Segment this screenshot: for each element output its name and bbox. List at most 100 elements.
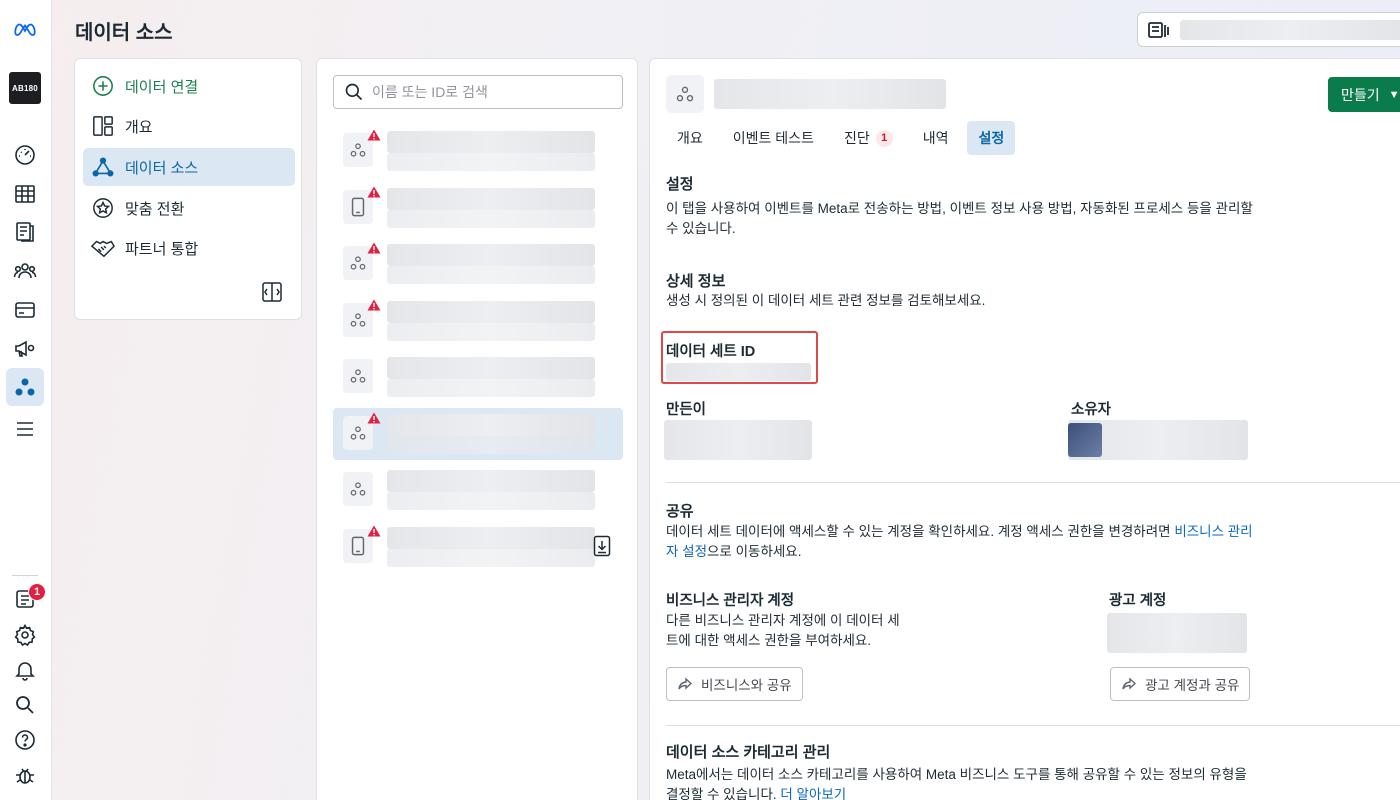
billing-card-icon[interactable] [6, 291, 44, 329]
bell-icon[interactable] [6, 651, 44, 689]
settings-gear-icon[interactable] [6, 616, 44, 654]
share-arrow-icon [1122, 677, 1137, 690]
sharing-text: 데이터 세트 데이터에 액세스할 수 있는 계정을 확인하세요. 계정 액세스 … [666, 524, 1175, 539]
item-id-redacted [387, 379, 595, 397]
share-with-ad-account-button[interactable]: 광고 계정과 공유 [1110, 667, 1251, 701]
owner-avatar [1068, 423, 1102, 457]
business-portfolio-icon [1148, 21, 1169, 38]
item-name-redacted [387, 470, 595, 492]
account-logo[interactable]: AB180 [9, 72, 41, 104]
nav-item-label: 개요 [125, 118, 153, 136]
tab-overview[interactable]: 개요 [666, 121, 714, 155]
creator-label: 만든이 [666, 402, 707, 418]
item-name-redacted [387, 131, 595, 153]
search-box[interactable] [333, 75, 623, 109]
tab-label: 내역 [922, 130, 949, 146]
nav-item-data-sources[interactable]: 데이터 소스 [83, 148, 295, 186]
detail-tabs: 개요 이벤트 테스트 진단 1 내역 설정 [666, 121, 1023, 157]
list-item[interactable] [333, 464, 623, 516]
nav-item-partner-integrations[interactable]: 파트너 통합 [83, 229, 295, 267]
data-source-icon [343, 472, 373, 506]
list-item[interactable] [333, 407, 623, 460]
category-text: Meta에서는 데이터 소스 카테고리를 사용하여 Meta 비즈니스 도구를 … [666, 767, 1247, 800]
bug-report-icon[interactable] [6, 756, 44, 794]
item-name-redacted [387, 526, 595, 549]
settings-description: 이 탭을 사용하여 이벤트를 Meta로 전송하는 방법, 이벤트 정보 사용 … [666, 201, 1253, 236]
search-icon[interactable] [6, 686, 44, 724]
star-badge-icon [91, 196, 115, 220]
collapse-panel-icon[interactable] [261, 281, 283, 303]
nav-item-label: 데이터 연결 [125, 78, 199, 96]
sharing-heading: 공유 [666, 503, 694, 520]
settings-heading: 설정 [666, 176, 694, 193]
warning-icon [367, 128, 381, 141]
details-description: 생성 시 정의된 이 데이터 세트 관련 정보를 검토해보세요. [666, 293, 986, 308]
tab-label: 진단 [843, 130, 870, 146]
data-source-icon [91, 155, 115, 179]
meta-logo-icon[interactable] [6, 10, 44, 48]
diagnostics-count-badge: 1 [875, 129, 893, 147]
button-label: 비즈니스와 공유 [701, 678, 792, 693]
data-source-name-redacted [714, 79, 946, 109]
create-button[interactable]: 만들기 ▼ [1328, 77, 1400, 112]
tab-label: 개요 [677, 130, 703, 146]
rail-divider [12, 575, 38, 576]
dataset-id-label: 데이터 세트 ID [666, 344, 756, 360]
warning-icon [367, 298, 381, 310]
category-heading: 데이터 소스 카테고리 관리 [666, 744, 831, 761]
item-id-redacted [387, 209, 595, 228]
notification-badge: 1 [28, 583, 46, 601]
business-account-selector[interactable] [1137, 12, 1400, 47]
list-item[interactable] [333, 182, 623, 234]
events-manager-icon[interactable] [6, 368, 44, 406]
layout-icon [91, 114, 115, 138]
caret-down-icon: ▼ [1388, 88, 1400, 101]
list-item[interactable] [333, 351, 623, 403]
nav-item-overview[interactable]: 개요 [83, 107, 295, 145]
list-item[interactable] [333, 238, 623, 290]
ads-manager-icon[interactable] [6, 329, 44, 367]
create-button-label: 만들기 [1341, 86, 1380, 103]
item-id-redacted [387, 266, 595, 284]
data-source-icon [343, 359, 373, 393]
tab-diagnostics[interactable]: 진단 1 [833, 121, 904, 155]
ad-account-value-redacted [1107, 613, 1247, 653]
download-icon[interactable] [593, 535, 613, 557]
search-input[interactable] [372, 84, 602, 100]
nav-item-connect-data[interactable]: 데이터 연결 [83, 67, 295, 105]
table-icon[interactable] [6, 175, 44, 213]
divider [666, 482, 1400, 483]
help-icon[interactable] [6, 721, 44, 759]
data-source-icon [666, 75, 704, 113]
item-id-redacted [387, 492, 595, 510]
item-name-redacted [387, 187, 595, 210]
item-name-redacted [387, 413, 595, 436]
tab-label: 이벤트 테스트 [732, 130, 814, 146]
audience-icon[interactable] [6, 252, 44, 290]
menu-icon[interactable] [6, 410, 44, 448]
search-icon [345, 83, 363, 101]
catalog-icon[interactable] [6, 213, 44, 251]
tab-history[interactable]: 내역 [912, 121, 960, 155]
dashboard-icon[interactable] [6, 136, 44, 174]
tab-test-events[interactable]: 이벤트 테스트 [722, 121, 825, 155]
list-item[interactable] [333, 125, 623, 177]
nav-item-custom-conversions[interactable]: 맞춤 전환 [83, 189, 295, 227]
sharing-text-end: 으로 이동하세요. [707, 544, 802, 559]
list-item[interactable] [333, 521, 623, 573]
item-name-redacted [387, 244, 595, 266]
item-name-redacted [387, 300, 595, 323]
sharing-description: 데이터 세트 데이터에 액세스할 수 있는 계정을 확인하세요. 계정 액세스 … [666, 522, 1256, 562]
share-with-business-button[interactable]: 비즈니스와 공유 [666, 667, 803, 701]
list-item[interactable] [333, 295, 623, 347]
item-id-redacted [387, 435, 595, 454]
data-source-detail-panel: 만들기 ▼ 개요 이벤트 테스트 진단 1 내역 설정 설정 이 탭을 사용하여 … [649, 58, 1400, 800]
nav-item-label: 데이터 소스 [125, 159, 199, 177]
creator-value-redacted [664, 420, 812, 460]
warning-icon [367, 241, 381, 254]
learn-more-link[interactable]: 더 알아보기 [780, 787, 846, 800]
nav-item-label: 맞춤 전환 [125, 200, 185, 218]
tab-settings[interactable]: 설정 [967, 121, 1016, 155]
dataset-id-value-redacted [666, 363, 811, 381]
owner-label: 소유자 [1071, 402, 1112, 418]
